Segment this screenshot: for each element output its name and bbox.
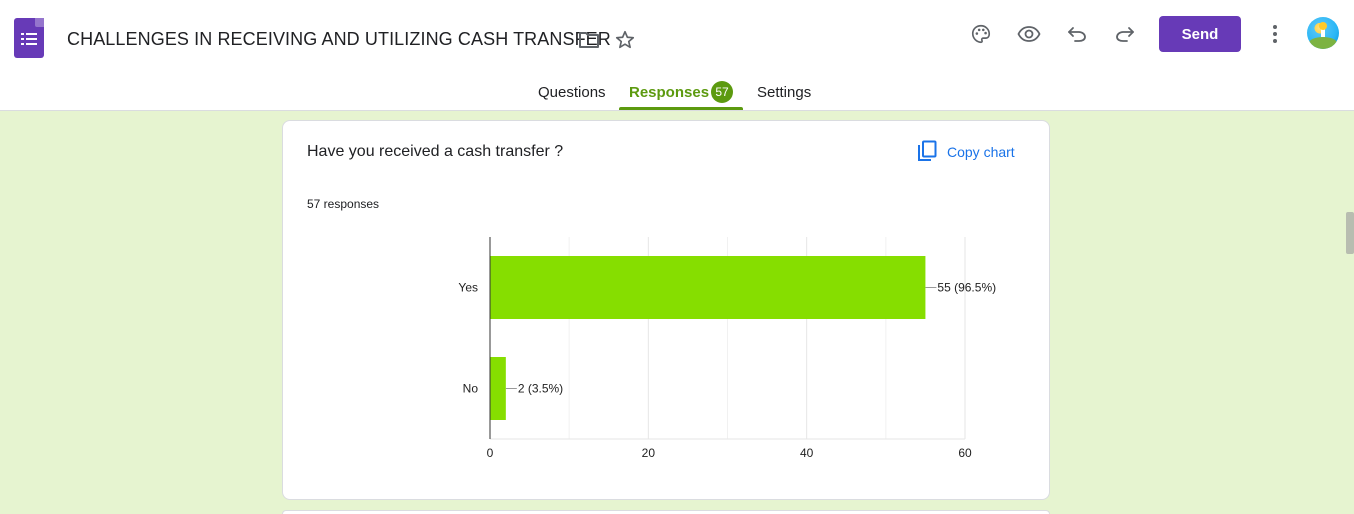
question-summary-card: Have you received a cash transfer ? Copy… [282,120,1050,500]
folder-icon[interactable] [577,28,601,52]
tab-bar: Questions Responses 57 Settings [0,80,1354,111]
app-header: CHALLENGES IN RECEIVING AND UTILIZING CA… [0,0,1354,111]
copy-chart-label: Copy chart [947,144,1015,160]
tab-questions[interactable]: Questions [538,84,606,101]
avatar[interactable] [1307,17,1339,49]
question-title: Have you received a cash transfer ? [307,143,564,160]
preview-eye-icon[interactable] [1016,22,1042,46]
active-tab-indicator [619,107,743,110]
undo-icon[interactable] [1065,22,1089,46]
copy-icon [917,140,937,165]
bar-yes [490,256,926,319]
category-label: Yes [458,281,478,295]
x-tick-label: 60 [958,446,972,460]
tab-settings[interactable]: Settings [757,84,811,101]
tab-responses[interactable]: Responses [629,84,709,101]
more-vert-icon[interactable] [1263,22,1287,46]
data-label: 2 (3.5%) [518,382,563,396]
send-button[interactable]: Send [1159,16,1241,52]
response-count: 57 responses [307,197,380,211]
form-title[interactable]: CHALLENGES IN RECEIVING AND UTILIZING CA… [67,29,611,50]
data-label: 55 (96.5%) [937,281,996,295]
x-tick-label: 40 [800,446,814,460]
palette-icon[interactable] [969,22,993,46]
x-tick-label: 0 [487,446,494,460]
next-card [282,510,1050,514]
star-icon[interactable] [613,28,637,52]
page-scrollbar[interactable] [1346,212,1354,254]
responses-count-badge: 57 [711,81,733,103]
bar-no [490,357,506,420]
x-tick-label: 20 [642,446,656,460]
forms-logo-icon[interactable] [14,18,44,58]
category-label: No [463,382,479,396]
redo-icon[interactable] [1113,22,1137,46]
copy-chart-button[interactable]: Copy chart [917,140,1015,164]
bar-chart: 0 20 40 60 Yes 55 (96.5%) No 2 (3.5%) [458,237,996,460]
